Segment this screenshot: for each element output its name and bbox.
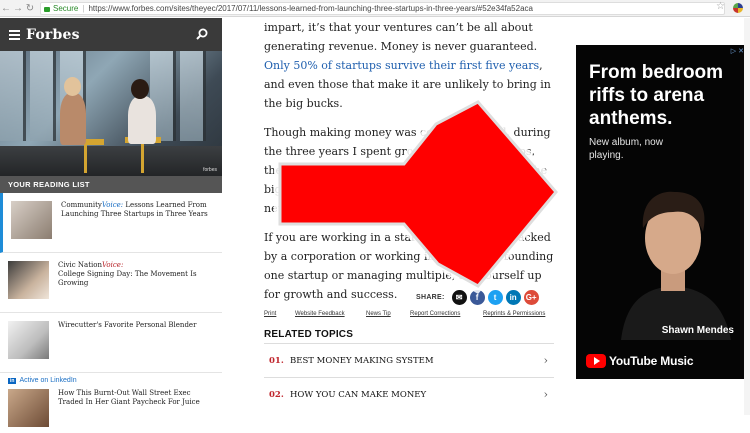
reading-list-item-title: College Signing Day: The Movement Is Gro… bbox=[58, 270, 197, 287]
bookmark-star-icon[interactable]: ☆ bbox=[716, 1, 725, 12]
linkedin-icon: in bbox=[8, 378, 17, 384]
reprints-permissions-link[interactable]: Reprints & Permissions bbox=[483, 311, 545, 317]
reload-icon[interactable]: ↻ bbox=[24, 0, 36, 17]
artist-portrait bbox=[621, 191, 731, 340]
thumbnail-image bbox=[8, 261, 49, 299]
forbes-logo[interactable]: Forbes bbox=[26, 27, 80, 43]
topic-text: BEST MONEY MAKING SYSTEM bbox=[290, 355, 434, 366]
guest-figure bbox=[128, 96, 156, 144]
ad-subtext: New album, now playing. bbox=[589, 137, 663, 161]
extension-icon[interactable] bbox=[733, 3, 743, 13]
linkedin-tag: in Active on LinkedIn bbox=[8, 376, 77, 384]
interviewer-figure bbox=[60, 93, 86, 145]
window-pane bbox=[180, 51, 206, 141]
chevron-right-icon: › bbox=[543, 388, 548, 401]
report-corrections-link[interactable]: Report Corrections bbox=[410, 311, 460, 317]
reading-list-item[interactable]: Wirecutter's Favorite Personal Blender bbox=[0, 313, 222, 373]
paragraph-text: impart, it’s that your ventures can’t be… bbox=[264, 21, 538, 53]
reading-list-item-text: CommunityVoice: Lessons Learned From Lau… bbox=[61, 201, 216, 219]
topic-text: HOW YOU CAN MAKE MONEY bbox=[290, 389, 427, 400]
linkedin-label: Active on LinkedIn bbox=[19, 377, 77, 384]
reading-list-item-title: Wirecutter's Favorite Personal Blender bbox=[58, 321, 197, 329]
article-link[interactable]: Only 50% of startups survive their first… bbox=[264, 59, 539, 72]
source-label: Civic Nation bbox=[58, 261, 103, 269]
search-icon[interactable] bbox=[196, 28, 208, 40]
lock-icon bbox=[44, 7, 50, 12]
ad-headline: From bedroom riffs to arena anthems. bbox=[589, 62, 724, 129]
browser-toolbar: ← → ↻ Secure | https://www.forbes.com/si… bbox=[0, 0, 750, 17]
video-watermark: forbes bbox=[203, 167, 217, 173]
guest-head bbox=[131, 79, 149, 99]
reading-list-header: YOUR READING LIST bbox=[0, 176, 222, 193]
website-feedback-link[interactable]: Website Feedback bbox=[295, 311, 345, 317]
source-label: Community bbox=[61, 201, 102, 209]
url-text[interactable]: https://www.forbes.com/sites/theyec/2017… bbox=[88, 4, 533, 13]
url-separator: | bbox=[82, 4, 85, 13]
page-scrollbar[interactable] bbox=[744, 18, 750, 415]
reading-list-item[interactable]: Civic NationVoice: College Signing Day: … bbox=[0, 253, 222, 313]
youtube-play-icon bbox=[586, 354, 606, 368]
voice-label: Voice: bbox=[101, 201, 124, 209]
reading-list-item-text: Civic NationVoice: College Signing Day: … bbox=[58, 261, 213, 288]
secure-label: Secure bbox=[53, 4, 79, 13]
red-arrow-icon bbox=[274, 96, 564, 294]
print-link[interactable]: Print bbox=[264, 311, 276, 317]
thumbnail-image bbox=[8, 389, 49, 427]
topic-number: 01. bbox=[269, 355, 284, 366]
chair-leg bbox=[84, 143, 87, 173]
share-label: SHARE: bbox=[416, 294, 445, 301]
youtube-music-label: YouTube Music bbox=[609, 354, 694, 368]
studio-floor bbox=[0, 146, 222, 176]
reading-list-item-title: How This Burnt-Out Wall Street Exec Trad… bbox=[58, 389, 200, 406]
video-player[interactable]: forbes bbox=[0, 51, 222, 176]
reading-list-item-text: Wirecutter's Favorite Personal Blender bbox=[58, 321, 213, 330]
related-topics-title: RELATED TOPICS bbox=[264, 329, 354, 340]
window-pane bbox=[0, 51, 26, 141]
reading-list-item[interactable]: CommunityVoice: Lessons Learned From Lau… bbox=[0, 193, 222, 253]
address-bar[interactable]: Secure | https://www.forbes.com/sites/th… bbox=[40, 2, 725, 15]
reading-list-item[interactable]: in Active on LinkedIn How This Burnt-Out … bbox=[0, 373, 222, 433]
chevron-right-icon: › bbox=[543, 354, 548, 367]
adchoices-icon[interactable]: ▷ ✕ bbox=[731, 47, 744, 55]
related-topic-item[interactable]: 01. BEST MONEY MAKING SYSTEM › bbox=[264, 343, 554, 377]
back-icon[interactable]: ← bbox=[0, 0, 12, 17]
chair-leg bbox=[141, 141, 144, 173]
news-tip-link[interactable]: News Tip bbox=[366, 311, 391, 317]
youtube-music-logo: YouTube Music bbox=[586, 354, 693, 368]
reading-list-item-text: How This Burnt-Out Wall Street Exec Trad… bbox=[58, 389, 213, 407]
menu-icon[interactable] bbox=[9, 29, 20, 40]
interviewer-head bbox=[64, 77, 81, 96]
advertisement[interactable]: ▷ ✕ From bedroom riffs to arena anthems.… bbox=[576, 45, 746, 379]
left-sidebar: Forbes forbes YOUR READING LIST Communit… bbox=[0, 18, 222, 427]
related-topic-item[interactable]: 02. HOW YOU CAN MAKE MONEY › bbox=[264, 377, 554, 411]
window-pane bbox=[30, 51, 56, 141]
forward-icon[interactable]: → bbox=[12, 0, 24, 17]
ad-artist-name: Shawn Mendes bbox=[661, 325, 734, 336]
forbes-header: Forbes bbox=[0, 18, 222, 51]
thumbnail-image bbox=[11, 201, 52, 239]
topic-number: 02. bbox=[269, 389, 284, 400]
thumbnail-image bbox=[8, 321, 49, 359]
voice-label: Voice: bbox=[102, 261, 124, 269]
